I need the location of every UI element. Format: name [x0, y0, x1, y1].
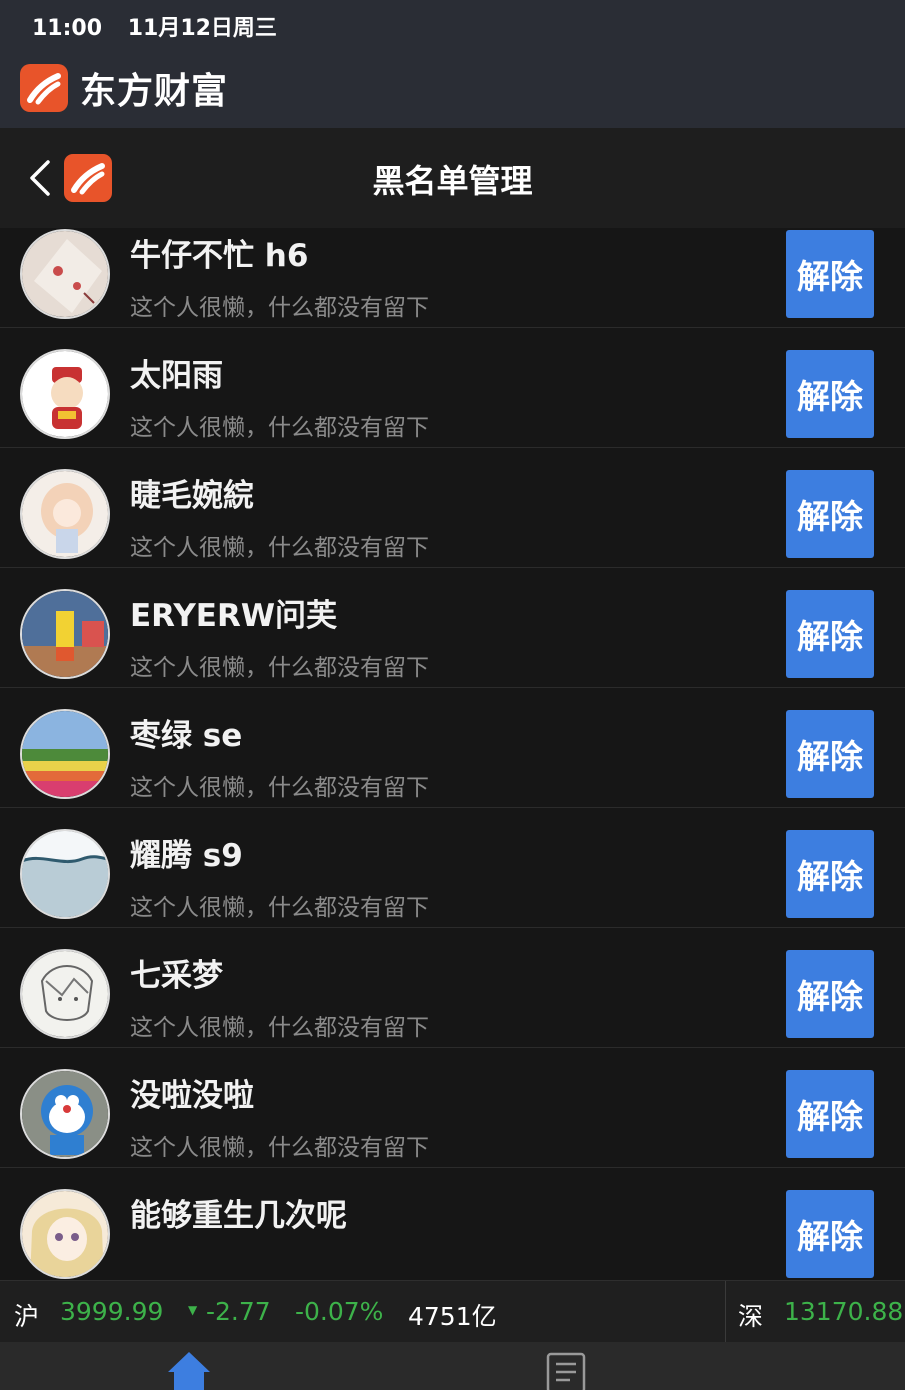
- list-item: 七采梦 这个人很懒，什么都没有留下 解除: [0, 928, 905, 1048]
- unblock-button[interactable]: 解除: [786, 590, 874, 678]
- avatar: [20, 709, 110, 799]
- user-name: 能够重生几次呢: [130, 1198, 347, 1234]
- user-name: 枣绿 se: [130, 718, 243, 754]
- user-bio: 这个人很懒，什么都没有留下: [130, 1015, 429, 1041]
- avatar: [20, 469, 110, 559]
- sh-change: -2.77: [206, 1297, 271, 1326]
- list-item: 枣绿 se 这个人很懒，什么都没有留下 解除: [0, 688, 905, 808]
- sh-volume: 4751亿: [408, 1302, 497, 1331]
- sh-change-percent: -0.07%: [295, 1297, 384, 1326]
- status-time: 11:00: [32, 16, 103, 41]
- status-bar: 11:00 11月12日周三: [0, 0, 905, 48]
- status-date: 11月12日周三: [127, 16, 277, 41]
- app-name: 东方财富: [80, 71, 229, 112]
- list-item: 能够重生几次呢 解除: [0, 1168, 905, 1280]
- user-bio: 这个人很懒，什么都没有留下: [130, 535, 429, 561]
- unblock-button[interactable]: 解除: [786, 710, 874, 798]
- avatar: [20, 829, 110, 919]
- user-bio: 这个人很懒，什么都没有留下: [130, 655, 429, 681]
- list-item: 没啦没啦 这个人很懒，什么都没有留下 解除: [0, 1048, 905, 1168]
- avatar: [20, 349, 110, 439]
- home-icon[interactable]: [166, 1350, 212, 1390]
- market-ticker[interactable]: 沪 3999.99 ▼ -2.77 -0.07% 4751亿 深 13170.8…: [0, 1280, 905, 1343]
- user-bio: 这个人很懒，什么都没有留下: [130, 775, 429, 801]
- nav-bar: 黑名单管理: [0, 128, 905, 228]
- list-item: 太阳雨 这个人很懒，什么都没有留下 解除: [0, 328, 905, 448]
- unblock-button[interactable]: 解除: [786, 1070, 874, 1158]
- app-header: 东方财富: [0, 48, 905, 128]
- bottom-tab-bar: [0, 1342, 905, 1390]
- page-title: 黑名单管理: [372, 162, 533, 200]
- list-item: 耀腾 s9 这个人很懒，什么都没有留下 解除: [0, 808, 905, 928]
- avatar: [20, 1069, 110, 1159]
- user-name: 牛仔不忙 h6: [130, 238, 309, 274]
- sh-index: 3999.99: [60, 1297, 164, 1326]
- user-name: 七采梦: [130, 958, 223, 994]
- user-bio: 这个人很懒，什么都没有留下: [130, 1135, 429, 1161]
- avatar: [20, 589, 110, 679]
- user-name: 耀腾 s9: [130, 838, 243, 874]
- user-bio: 这个人很懒，什么都没有留下: [130, 415, 429, 441]
- user-name: 没啦没啦: [130, 1078, 254, 1114]
- user-name: 太阳雨: [130, 358, 223, 394]
- unblock-button[interactable]: 解除: [786, 1190, 874, 1278]
- avatar: [20, 229, 110, 319]
- user-name: 睫毛婉綄: [130, 478, 254, 514]
- down-arrow-icon: ▼: [188, 1303, 198, 1317]
- sh-label: 沪: [14, 1302, 40, 1331]
- list-item: 睫毛婉綄 这个人很懒，什么都没有留下 解除: [0, 448, 905, 568]
- avatar: [20, 1189, 110, 1279]
- list-item: ERYERW问芙 这个人很懒，什么都没有留下 解除: [0, 568, 905, 688]
- user-bio: 这个人很懒，什么都没有留下: [130, 295, 429, 321]
- sz-label: 深: [738, 1302, 764, 1331]
- unblock-button[interactable]: 解除: [786, 830, 874, 918]
- unblock-button[interactable]: 解除: [786, 230, 874, 318]
- user-bio: 这个人很懒，什么都没有留下: [130, 895, 429, 921]
- user-name: ERYERW问芙: [130, 598, 338, 634]
- news-icon[interactable]: [546, 1352, 586, 1390]
- blacklist-list[interactable]: 牛仔不忙 h6 这个人很懒，什么都没有留下 解除 太阳雨 这个人很懒，什么都没有…: [0, 228, 905, 1280]
- app-logo-icon: [20, 64, 68, 112]
- unblock-button[interactable]: 解除: [786, 350, 874, 438]
- sz-index: 13170.88: [784, 1297, 904, 1326]
- list-item: 牛仔不忙 h6 这个人很懒，什么都没有留下 解除: [0, 228, 905, 328]
- ticker-divider: [725, 1281, 726, 1343]
- unblock-button[interactable]: 解除: [786, 470, 874, 558]
- avatar: [20, 949, 110, 1039]
- unblock-button[interactable]: 解除: [786, 950, 874, 1038]
